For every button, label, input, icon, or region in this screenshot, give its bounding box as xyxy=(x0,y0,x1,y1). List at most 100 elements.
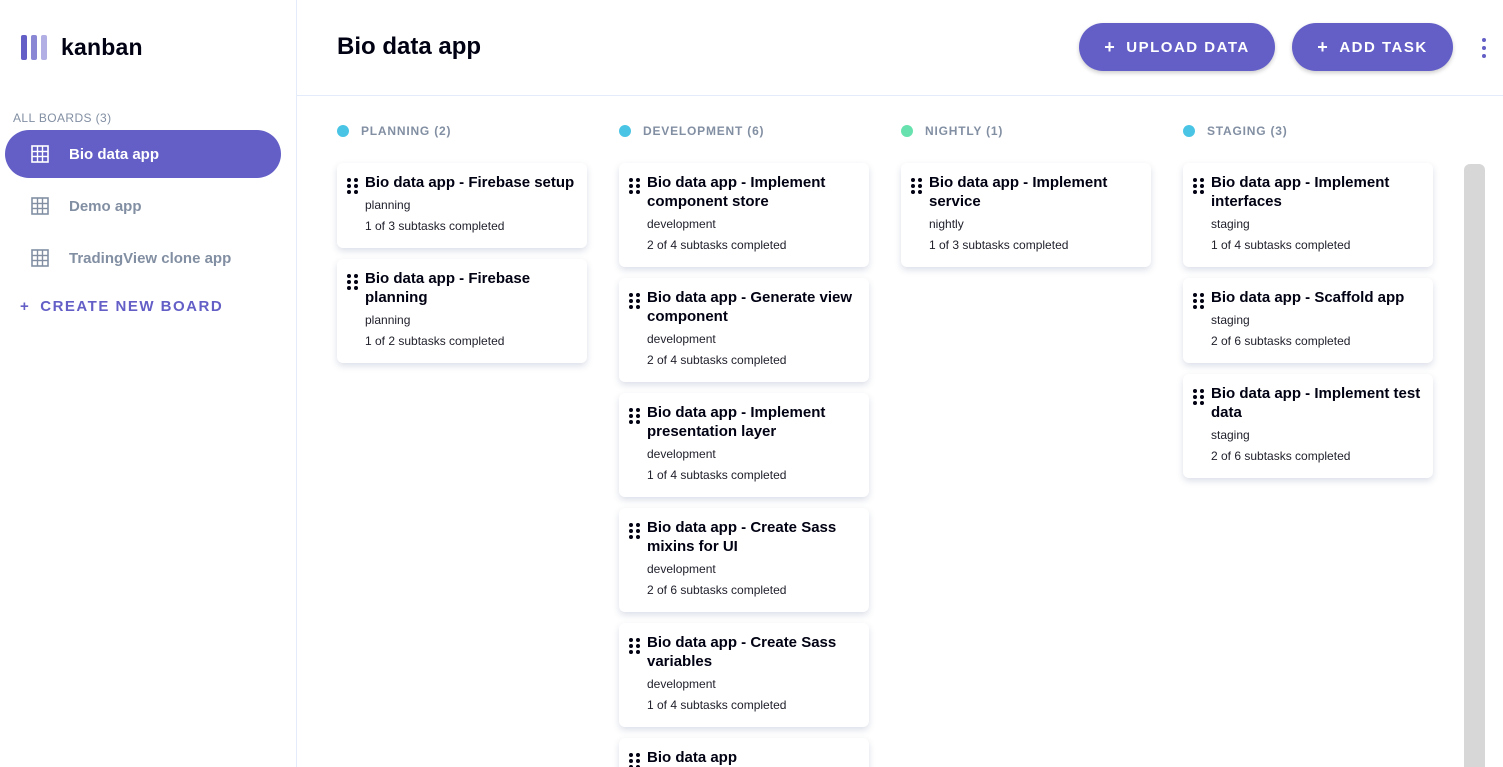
task-subtasks: 1 of 4 subtasks completed xyxy=(647,468,787,482)
drag-handle-icon[interactable] xyxy=(629,638,640,654)
vertical-scrollbar[interactable] xyxy=(1464,164,1485,767)
header: Bio data app + UPLOAD DATA + ADD TASK xyxy=(297,0,1503,96)
drag-handle-icon[interactable] xyxy=(629,753,640,767)
task-subtasks: 2 of 6 subtasks completed xyxy=(1211,334,1351,348)
upload-data-label: UPLOAD DATA xyxy=(1126,38,1250,56)
sidebar: kanban ALL BOARDS (3) Bio data app Demo … xyxy=(0,0,297,767)
sidebar-item-tradingview-clone-app[interactable]: TradingView clone app xyxy=(5,234,281,282)
task-status: development xyxy=(647,332,716,346)
drag-handle-icon[interactable] xyxy=(629,293,640,309)
drag-handle-icon[interactable] xyxy=(629,408,640,424)
sidebar-item-label: Demo app xyxy=(69,197,142,215)
task-status: development xyxy=(647,677,716,691)
task-title: Bio data app - Generate view component xyxy=(647,289,853,325)
page-title: Bio data app xyxy=(337,33,482,60)
task-title: Bio data app - Firebase planning xyxy=(365,270,531,306)
column-staging: STAGING (3) Bio data app - Implement int… xyxy=(1183,120,1435,489)
column-status-dot xyxy=(619,125,631,137)
drag-handle-icon[interactable] xyxy=(347,274,358,290)
column-heading-label: NIGHTLY (1) xyxy=(925,124,1004,138)
task-title: Bio data app - Implement service xyxy=(929,174,1108,210)
drag-handle-icon[interactable] xyxy=(629,523,640,539)
drag-handle-icon[interactable] xyxy=(1193,389,1204,405)
add-task-label: ADD TASK xyxy=(1339,38,1428,56)
column-status-dot xyxy=(901,125,913,137)
column-status-dot xyxy=(1183,125,1195,137)
column-heading: PLANNING (2) xyxy=(337,120,589,142)
task-card[interactable]: Bio data app - Create Sass mixins for UI… xyxy=(619,508,869,612)
task-status: development xyxy=(647,217,716,231)
task-subtasks: 1 of 4 subtasks completed xyxy=(647,698,787,712)
column-status-dot xyxy=(337,125,349,137)
column-development: DEVELOPMENT (6) Bio data app - Implement… xyxy=(619,120,871,767)
column-heading-label: STAGING (3) xyxy=(1207,124,1288,138)
drag-handle-icon[interactable] xyxy=(1193,178,1204,194)
task-status: development xyxy=(647,562,716,576)
task-status: staging xyxy=(1211,217,1250,231)
plus-icon: + xyxy=(1317,36,1330,57)
task-card[interactable]: Bio data app - Firebase planning plannin… xyxy=(337,259,587,363)
logo-text: kanban xyxy=(61,34,143,60)
sidebar-item-bio-data-app[interactable]: Bio data app xyxy=(5,130,281,178)
drag-handle-icon[interactable] xyxy=(347,178,358,194)
drag-handle-icon[interactable] xyxy=(911,178,922,194)
column-heading: NIGHTLY (1) xyxy=(901,120,1153,142)
column-heading-label: PLANNING (2) xyxy=(361,124,452,138)
vertical-ellipsis-icon[interactable] xyxy=(1479,38,1489,58)
task-title: Bio data app - Implement test data xyxy=(1211,385,1421,421)
task-title: Bio data app - Implement component store xyxy=(647,174,826,210)
task-card[interactable]: Bio data app - Generate view component d… xyxy=(619,278,869,382)
column-heading-label: DEVELOPMENT (6) xyxy=(643,124,765,138)
task-card[interactable]: Bio data app - Implement component store… xyxy=(619,163,869,267)
card-list: Bio data app - Firebase setup planning 1… xyxy=(337,163,589,363)
board-list: Bio data app Demo app TradingView clone … xyxy=(5,130,281,286)
task-title: Bio data app xyxy=(647,749,738,766)
task-title: Bio data app - Implement presentation la… xyxy=(647,404,826,440)
column-planning: PLANNING (2) Bio data app - Firebase set… xyxy=(337,120,589,374)
card-list: Bio data app - Implement interfaces stag… xyxy=(1183,163,1435,478)
task-subtasks: 1 of 2 subtasks completed xyxy=(365,334,505,348)
card-list: Bio data app - Implement component store… xyxy=(619,163,871,767)
column-nightly: NIGHTLY (1) Bio data app - Implement ser… xyxy=(901,120,1153,278)
task-subtasks: 1 of 4 subtasks completed xyxy=(1211,238,1351,252)
sidebar-item-label: Bio data app xyxy=(69,145,160,163)
app-root: kanban ALL BOARDS (3) Bio data app Demo … xyxy=(0,0,1503,767)
task-title: Bio data app - Create Sass mixins for UI xyxy=(647,519,837,555)
task-subtasks: 1 of 3 subtasks completed xyxy=(365,219,505,233)
task-title: Bio data app - Firebase setup xyxy=(365,174,575,191)
app-logo: kanban xyxy=(21,34,143,61)
task-status: staging xyxy=(1211,313,1250,327)
sidebar-item-demo-app[interactable]: Demo app xyxy=(5,182,281,230)
task-status: planning xyxy=(365,198,411,212)
task-subtasks: 1 of 3 subtasks completed xyxy=(929,238,1069,252)
all-boards-heading: ALL BOARDS (3) xyxy=(13,111,112,125)
task-status: planning xyxy=(365,313,411,327)
sidebar-item-label: TradingView clone app xyxy=(69,249,232,267)
task-card[interactable]: Bio data app - Create Sass variables dev… xyxy=(619,623,869,727)
logo-icon xyxy=(21,35,47,60)
card-list: Bio data app - Implement service nightly… xyxy=(901,163,1153,267)
task-subtasks: 2 of 4 subtasks completed xyxy=(647,353,787,367)
column-heading: STAGING (3) xyxy=(1183,120,1435,142)
task-title: Bio data app - Implement interfaces xyxy=(1211,174,1390,210)
drag-handle-icon[interactable] xyxy=(629,178,640,194)
task-title: Bio data app - Scaffold app xyxy=(1211,289,1405,306)
create-new-board-button[interactable]: + CREATE NEW BOARD xyxy=(20,298,223,315)
task-status: nightly xyxy=(929,217,964,231)
task-card[interactable]: Bio data app xyxy=(619,738,869,767)
create-new-board-label: CREATE NEW BOARD xyxy=(40,298,224,315)
task-card[interactable]: Bio data app - Implement presentation la… xyxy=(619,393,869,497)
column-heading: DEVELOPMENT (6) xyxy=(619,120,871,142)
plus-icon: + xyxy=(20,298,31,315)
task-card[interactable]: Bio data app - Scaffold app staging 2 of… xyxy=(1183,278,1433,363)
upload-data-button[interactable]: + UPLOAD DATA xyxy=(1079,23,1275,71)
board-grid-icon xyxy=(31,145,49,163)
task-card[interactable]: Bio data app - Implement service nightly… xyxy=(901,163,1151,267)
task-card[interactable]: Bio data app - Firebase setup planning 1… xyxy=(337,163,587,248)
task-card[interactable]: Bio data app - Implement interfaces stag… xyxy=(1183,163,1433,267)
add-task-button[interactable]: + ADD TASK xyxy=(1292,23,1453,71)
task-subtasks: 2 of 6 subtasks completed xyxy=(1211,449,1351,463)
drag-handle-icon[interactable] xyxy=(1193,293,1204,309)
task-subtasks: 2 of 4 subtasks completed xyxy=(647,238,787,252)
task-card[interactable]: Bio data app - Implement test data stagi… xyxy=(1183,374,1433,478)
